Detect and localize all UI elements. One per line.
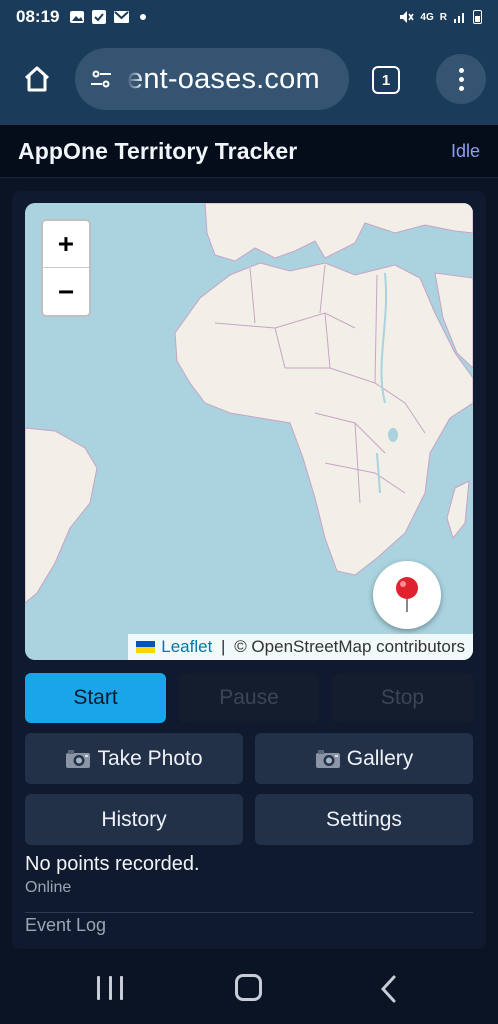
home-button[interactable]: [14, 56, 60, 102]
more-vert-icon[interactable]: [436, 54, 486, 104]
settings-button[interactable]: Settings: [255, 794, 473, 845]
gallery-notification-icon: [70, 11, 85, 23]
site-settings-icon[interactable]: [89, 67, 113, 91]
notification-icons: [69, 10, 147, 24]
gallery-button[interactable]: Gallery: [255, 733, 473, 784]
network-type: 4G: [420, 11, 434, 23]
map-attribution: Leaflet | © OpenStreetMap contributors: [128, 634, 473, 660]
roaming-indicator: R: [439, 11, 447, 23]
page-title: AppOne Territory Tracker: [18, 137, 298, 164]
mute-icon: [400, 11, 415, 23]
gallery-label: Gallery: [346, 746, 414, 770]
zoom-control: + −: [41, 219, 91, 317]
browser-toolbar: ent-oases.com 1: [0, 34, 498, 124]
app-header: AppOne Territory Tracker Idle: [0, 124, 498, 178]
map-pin-icon: [396, 577, 418, 612]
points-status-text: No points recorded.: [25, 853, 200, 875]
home-nav-icon[interactable]: [235, 974, 262, 1001]
status-time: 08:19: [16, 7, 60, 26]
start-button[interactable]: Start: [25, 673, 166, 723]
history-button[interactable]: History: [25, 794, 243, 845]
back-icon[interactable]: [378, 974, 400, 1004]
take-photo-label: Take Photo: [97, 746, 203, 770]
recents-icon[interactable]: [97, 976, 123, 1000]
camera-icon: [315, 749, 340, 768]
gmail-notification-icon: [114, 11, 130, 23]
battery-icon: [473, 10, 482, 24]
status-bar: 08:19 4G R: [0, 0, 498, 34]
ukraine-flag-icon: [136, 641, 156, 653]
system-nav-bar: [0, 952, 498, 1024]
checkbox-notification-icon: [92, 10, 107, 24]
tab-switcher-icon[interactable]: 1: [372, 66, 400, 94]
divider: [25, 912, 473, 913]
zoom-in-button[interactable]: +: [43, 221, 89, 268]
camera-icon: [66, 749, 91, 768]
pause-button[interactable]: Pause: [179, 673, 319, 723]
url-text: ent-oases.com: [127, 62, 320, 95]
more-notifications-dot: [140, 14, 147, 20]
connection-status-text: Online: [25, 879, 72, 896]
signal-icon: [454, 13, 464, 23]
event-log-toggle[interactable]: Event Log: [25, 915, 106, 936]
attribution-separator: |: [216, 637, 231, 656]
osm-attribution-text: © OpenStreetMap contributors: [234, 637, 465, 656]
tracking-status-badge: Idle: [450, 140, 480, 161]
take-photo-button[interactable]: Take Photo: [25, 733, 243, 784]
leaflet-link[interactable]: Leaflet: [161, 637, 212, 657]
stop-button[interactable]: Stop: [332, 673, 473, 723]
zoom-out-button[interactable]: −: [43, 268, 89, 315]
home-icon: [24, 66, 50, 92]
map[interactable]: + − Leaflet | © OpenStreetMap contributo…: [25, 203, 473, 660]
address-bar[interactable]: ent-oases.com: [75, 48, 349, 110]
locate-button[interactable]: [373, 561, 441, 629]
system-indicators: 4G R: [398, 10, 482, 24]
